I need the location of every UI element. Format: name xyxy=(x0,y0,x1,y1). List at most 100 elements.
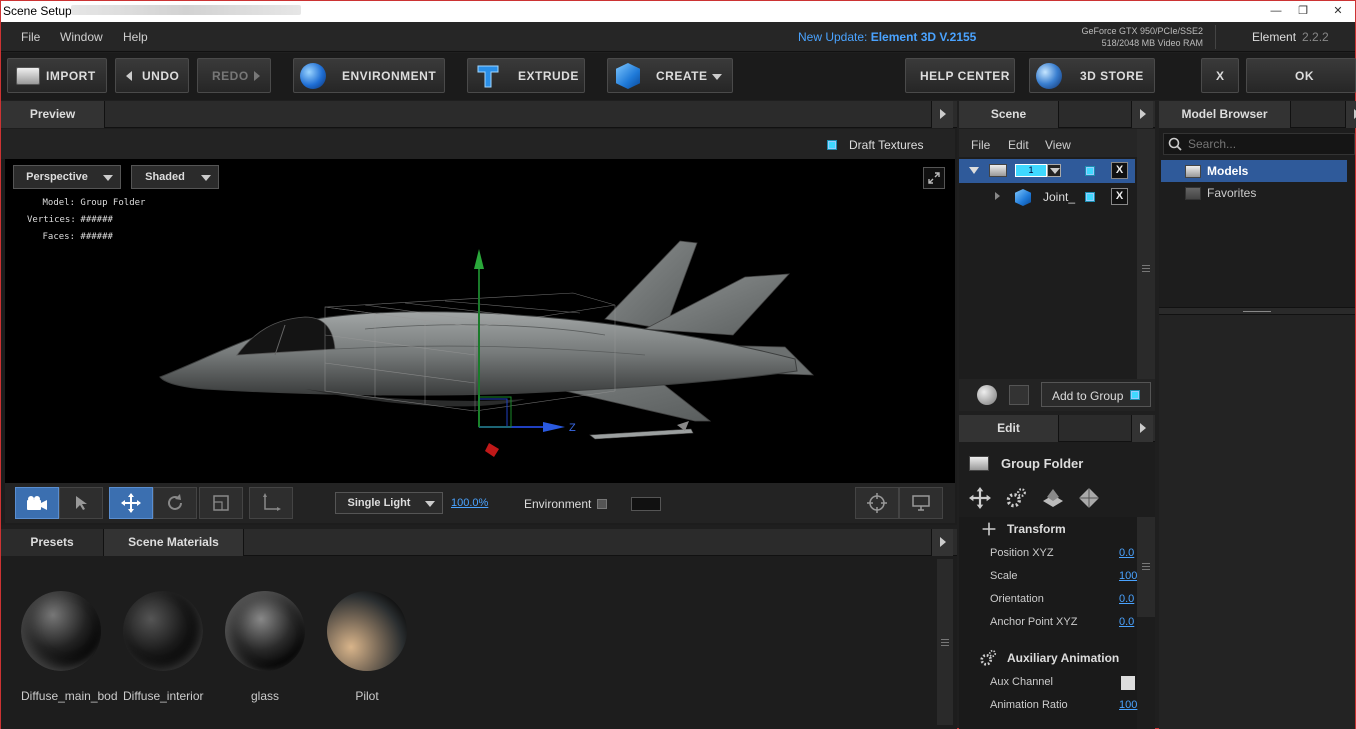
environment-checkbox[interactable] xyxy=(597,499,607,509)
model-browser-expand-arrow[interactable] xyxy=(1345,101,1356,128)
app-version-number: 2.2.2 xyxy=(1302,30,1329,44)
animation-ratio-label: Animation Ratio xyxy=(990,699,1068,711)
gears-icon[interactable] xyxy=(1005,487,1027,509)
edit-scrollbar[interactable] xyxy=(1137,517,1155,617)
undo-button[interactable]: UNDO xyxy=(115,58,189,93)
scene-expand-arrow[interactable] xyxy=(1131,101,1153,128)
preview-expand-arrow[interactable] xyxy=(931,101,953,128)
rotate-tool-button[interactable] xyxy=(153,487,197,519)
transform-section[interactable]: Transform xyxy=(1007,522,1066,536)
prop-anchor-value[interactable]: 0.0 xyxy=(1119,616,1134,628)
select-tool-button[interactable] xyxy=(59,487,103,519)
tab-edit[interactable]: Edit xyxy=(959,415,1059,442)
main-toolbar: IMPORT UNDO REDO ENVIRONMENT EXTRUDE CRE… xyxy=(1,53,1356,100)
update-notice[interactable]: New Update: Element 3D V.2155 xyxy=(798,30,976,44)
cancel-x-button[interactable]: X xyxy=(1201,58,1239,93)
presets-scrollbar[interactable] xyxy=(937,559,953,725)
prop-orientation-value[interactable]: 0.0 xyxy=(1119,593,1134,605)
create-button[interactable]: CREATE xyxy=(607,58,733,93)
environment-button[interactable]: ENVIRONMENT xyxy=(293,58,445,93)
aux-animation-section[interactable]: Auxiliary Animation xyxy=(1007,651,1119,665)
display-options-button[interactable] xyxy=(899,487,943,519)
material-diffuse-main[interactable]: Diffuse_main_bod xyxy=(21,591,118,703)
material-sphere xyxy=(21,591,101,671)
scene-scrollbar[interactable] xyxy=(1137,129,1155,379)
viewport-toolbar: Single Light 100.0% Environment xyxy=(5,483,955,523)
jet-model[interactable]: Z xyxy=(5,159,955,483)
scene-group-row[interactable]: 1 X xyxy=(959,159,1135,183)
group-number-field[interactable]: 1 xyxy=(1015,164,1047,177)
tab-model-browser[interactable]: Model Browser xyxy=(1159,101,1291,128)
reset-view-button[interactable] xyxy=(855,487,899,519)
move-icon[interactable] xyxy=(969,487,991,509)
add-to-group-checkbox[interactable] xyxy=(1130,390,1140,400)
close-window-button[interactable]: ✕ xyxy=(1325,3,1351,19)
animation-ratio-value[interactable]: 100 xyxy=(1119,699,1137,711)
material-name: Diffuse_main_bod xyxy=(21,689,118,703)
anchor-tool-button[interactable] xyxy=(249,487,293,519)
help-center-button[interactable]: HELP CENTER xyxy=(905,58,1015,93)
remove-group-button[interactable]: X xyxy=(1111,162,1128,179)
material-diffuse-interior[interactable]: Diffuse_interior xyxy=(123,591,203,703)
material-ball-icon[interactable] xyxy=(977,385,997,405)
scale-tool-button[interactable] xyxy=(199,487,243,519)
globe-icon xyxy=(300,63,326,89)
anchor-point-icon xyxy=(263,493,281,511)
import-button[interactable]: IMPORT xyxy=(7,58,107,93)
expand-triangle-icon[interactable] xyxy=(969,167,979,174)
edit-expand-arrow[interactable] xyxy=(1131,415,1153,442)
restore-button[interactable]: ❐ xyxy=(1290,3,1316,19)
menu-file[interactable]: File xyxy=(21,30,40,44)
transform-icon xyxy=(982,522,996,536)
model-browser-item-favorites[interactable]: Favorites xyxy=(1161,182,1347,204)
lighting-dropdown[interactable]: Single Light xyxy=(335,492,443,514)
prop-scale-label: Scale xyxy=(990,570,1018,582)
collapse-triangle-icon[interactable] xyxy=(995,192,1000,200)
edit-title: Group Folder xyxy=(1001,456,1084,471)
ok-button[interactable]: OK xyxy=(1246,58,1356,93)
deform-icon[interactable] xyxy=(1041,487,1065,509)
prop-scale-value[interactable]: 100 xyxy=(1119,570,1137,582)
scene-child-row[interactable]: Joint_ X xyxy=(959,185,1135,209)
material-glass[interactable]: glass xyxy=(225,591,305,703)
environment-label: ENVIRONMENT xyxy=(342,68,437,83)
scene-menu-view[interactable]: View xyxy=(1045,138,1071,152)
update-version[interactable]: Element 3D V.2155 xyxy=(871,30,977,44)
presets-expand-arrow[interactable] xyxy=(931,529,953,556)
3d-store-button[interactable]: 3D STORE xyxy=(1029,58,1155,93)
draft-textures-checkbox[interactable] xyxy=(827,140,837,150)
redo-button[interactable]: REDO xyxy=(197,58,271,93)
multi-object-icon[interactable] xyxy=(1077,487,1101,509)
scene-menu-edit[interactable]: Edit xyxy=(1008,138,1029,152)
tab-scene-materials[interactable]: Scene Materials xyxy=(104,529,244,556)
3d-viewport[interactable]: Perspective Shaded Model: Group Folder V… xyxy=(5,159,955,483)
create-dropdown-icon xyxy=(712,74,722,80)
tab-scene[interactable]: Scene xyxy=(959,101,1059,128)
environment-color-swatch[interactable] xyxy=(631,497,661,511)
material-sphere xyxy=(327,591,407,671)
menu-help[interactable]: Help xyxy=(123,30,148,44)
folder-icon xyxy=(16,67,40,85)
minimize-button[interactable]: — xyxy=(1263,3,1289,19)
add-to-group-button[interactable]: Add to Group xyxy=(1041,382,1151,407)
cloner-icon[interactable] xyxy=(1009,385,1029,405)
prop-position-value[interactable]: 0.0 xyxy=(1119,547,1134,559)
group-visible-checkbox[interactable] xyxy=(1085,166,1095,176)
material-pilot[interactable]: Pilot xyxy=(327,591,407,703)
tab-preview[interactable]: Preview xyxy=(1,101,105,128)
aux-channel-swatch[interactable] xyxy=(1121,676,1135,690)
menu-window[interactable]: Window xyxy=(60,30,103,44)
model-search-field[interactable] xyxy=(1163,133,1355,155)
move-tool-button[interactable] xyxy=(109,487,153,519)
model-search-input[interactable] xyxy=(1188,136,1348,152)
scene-menu-file[interactable]: File xyxy=(971,138,990,152)
model-browser-splitter[interactable] xyxy=(1159,307,1355,315)
model-browser-item-models[interactable]: Models xyxy=(1161,160,1347,182)
child-visible-checkbox[interactable] xyxy=(1085,192,1095,202)
extrude-button[interactable]: EXTRUDE xyxy=(467,58,585,93)
light-intensity-value[interactable]: 100.0% xyxy=(451,497,488,509)
camera-tool-button[interactable] xyxy=(15,487,59,519)
group-dropdown[interactable] xyxy=(1047,164,1061,177)
remove-child-button[interactable]: X xyxy=(1111,188,1128,205)
tab-presets[interactable]: Presets xyxy=(1,529,104,556)
